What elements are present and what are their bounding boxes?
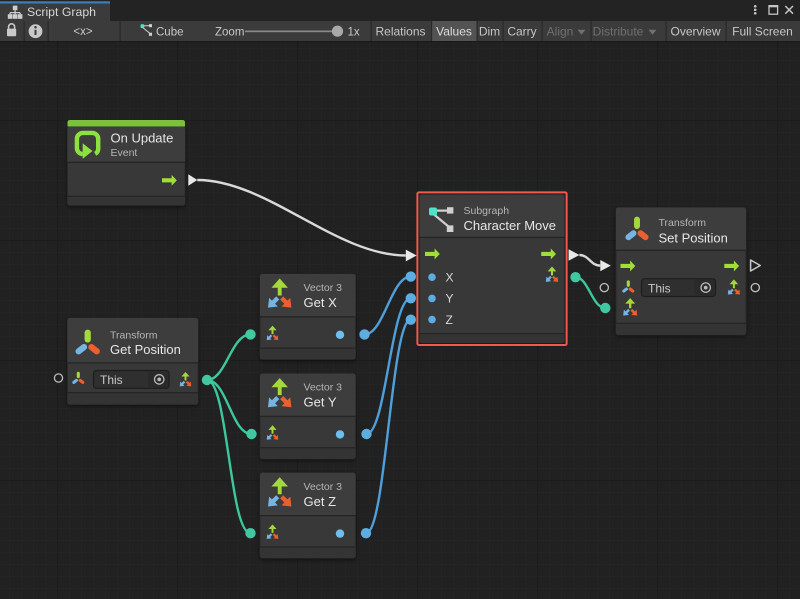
svg-text:Full Screen: Full Screen — [732, 24, 793, 38]
svg-text:Get Position: Get Position — [110, 342, 181, 357]
svg-text:Relations: Relations — [375, 24, 425, 38]
svg-text:Transform: Transform — [659, 217, 707, 229]
svg-text:Cube: Cube — [156, 26, 184, 38]
svg-text:Z: Z — [446, 313, 453, 327]
svg-text:Vector 3: Vector 3 — [304, 481, 343, 493]
svg-text:<x>: <x> — [73, 26, 92, 38]
svg-text:Get Z: Get Z — [304, 494, 337, 509]
svg-text:Event: Event — [111, 147, 138, 159]
svg-text:On Update: On Update — [111, 131, 174, 146]
svg-text:This: This — [100, 373, 123, 387]
svg-text:Get X: Get X — [304, 295, 338, 310]
svg-text:Set Position: Set Position — [659, 231, 728, 246]
svg-text:1x: 1x — [348, 26, 360, 38]
svg-text:Dim: Dim — [479, 24, 500, 38]
svg-text:Subgraph: Subgraph — [464, 205, 510, 217]
svg-text:Overview: Overview — [670, 24, 720, 38]
svg-text:Character Move: Character Move — [464, 218, 556, 233]
svg-text:Vector 3: Vector 3 — [304, 282, 343, 294]
svg-text:Y: Y — [446, 292, 454, 306]
svg-text:Values: Values — [436, 24, 472, 38]
svg-text:Transform: Transform — [110, 330, 158, 342]
svg-text:X: X — [446, 270, 454, 284]
svg-text:Get Y: Get Y — [304, 395, 337, 410]
svg-text:Script Graph: Script Graph — [27, 5, 96, 19]
svg-text:This: This — [648, 281, 671, 295]
svg-text:Zoom: Zoom — [215, 26, 244, 38]
svg-text:Distribute: Distribute — [593, 24, 644, 38]
svg-text:Align: Align — [547, 24, 574, 38]
svg-text:Carry: Carry — [507, 24, 536, 38]
svg-text:Vector 3: Vector 3 — [304, 382, 343, 394]
